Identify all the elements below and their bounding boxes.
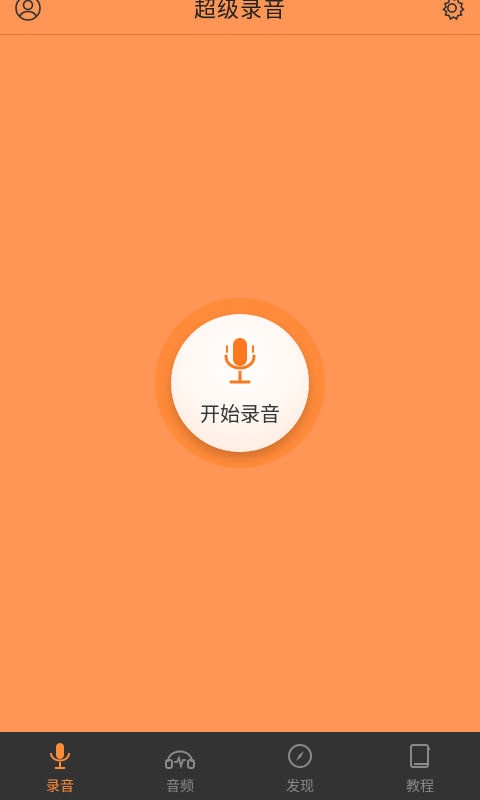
- tab-label: 音频: [166, 779, 194, 795]
- tab-discover[interactable]: 发现: [240, 732, 360, 800]
- headphones-icon: [164, 742, 196, 770]
- start-recording-button[interactable]: 开始录音: [171, 314, 309, 452]
- book-icon: [408, 742, 432, 770]
- tab-label: 发现: [286, 779, 314, 795]
- compass-icon: [288, 742, 312, 770]
- tab-tutorial[interactable]: 教程: [360, 732, 480, 800]
- header-bar: 超级录音: [0, 0, 480, 35]
- start-recording-label: 开始录音: [200, 402, 280, 426]
- bottom-tab-bar: 录音 音频 发现 教程: [0, 732, 480, 800]
- microphone-icon: [48, 742, 72, 770]
- tab-label: 教程: [406, 779, 434, 795]
- page-title: 超级录音: [193, 0, 286, 23]
- tab-record[interactable]: 录音: [0, 732, 120, 800]
- tab-label: 录音: [46, 779, 74, 795]
- settings-icon[interactable]: [438, 0, 466, 22]
- tab-audio[interactable]: 音频: [120, 732, 240, 800]
- microphone-icon: [222, 336, 258, 388]
